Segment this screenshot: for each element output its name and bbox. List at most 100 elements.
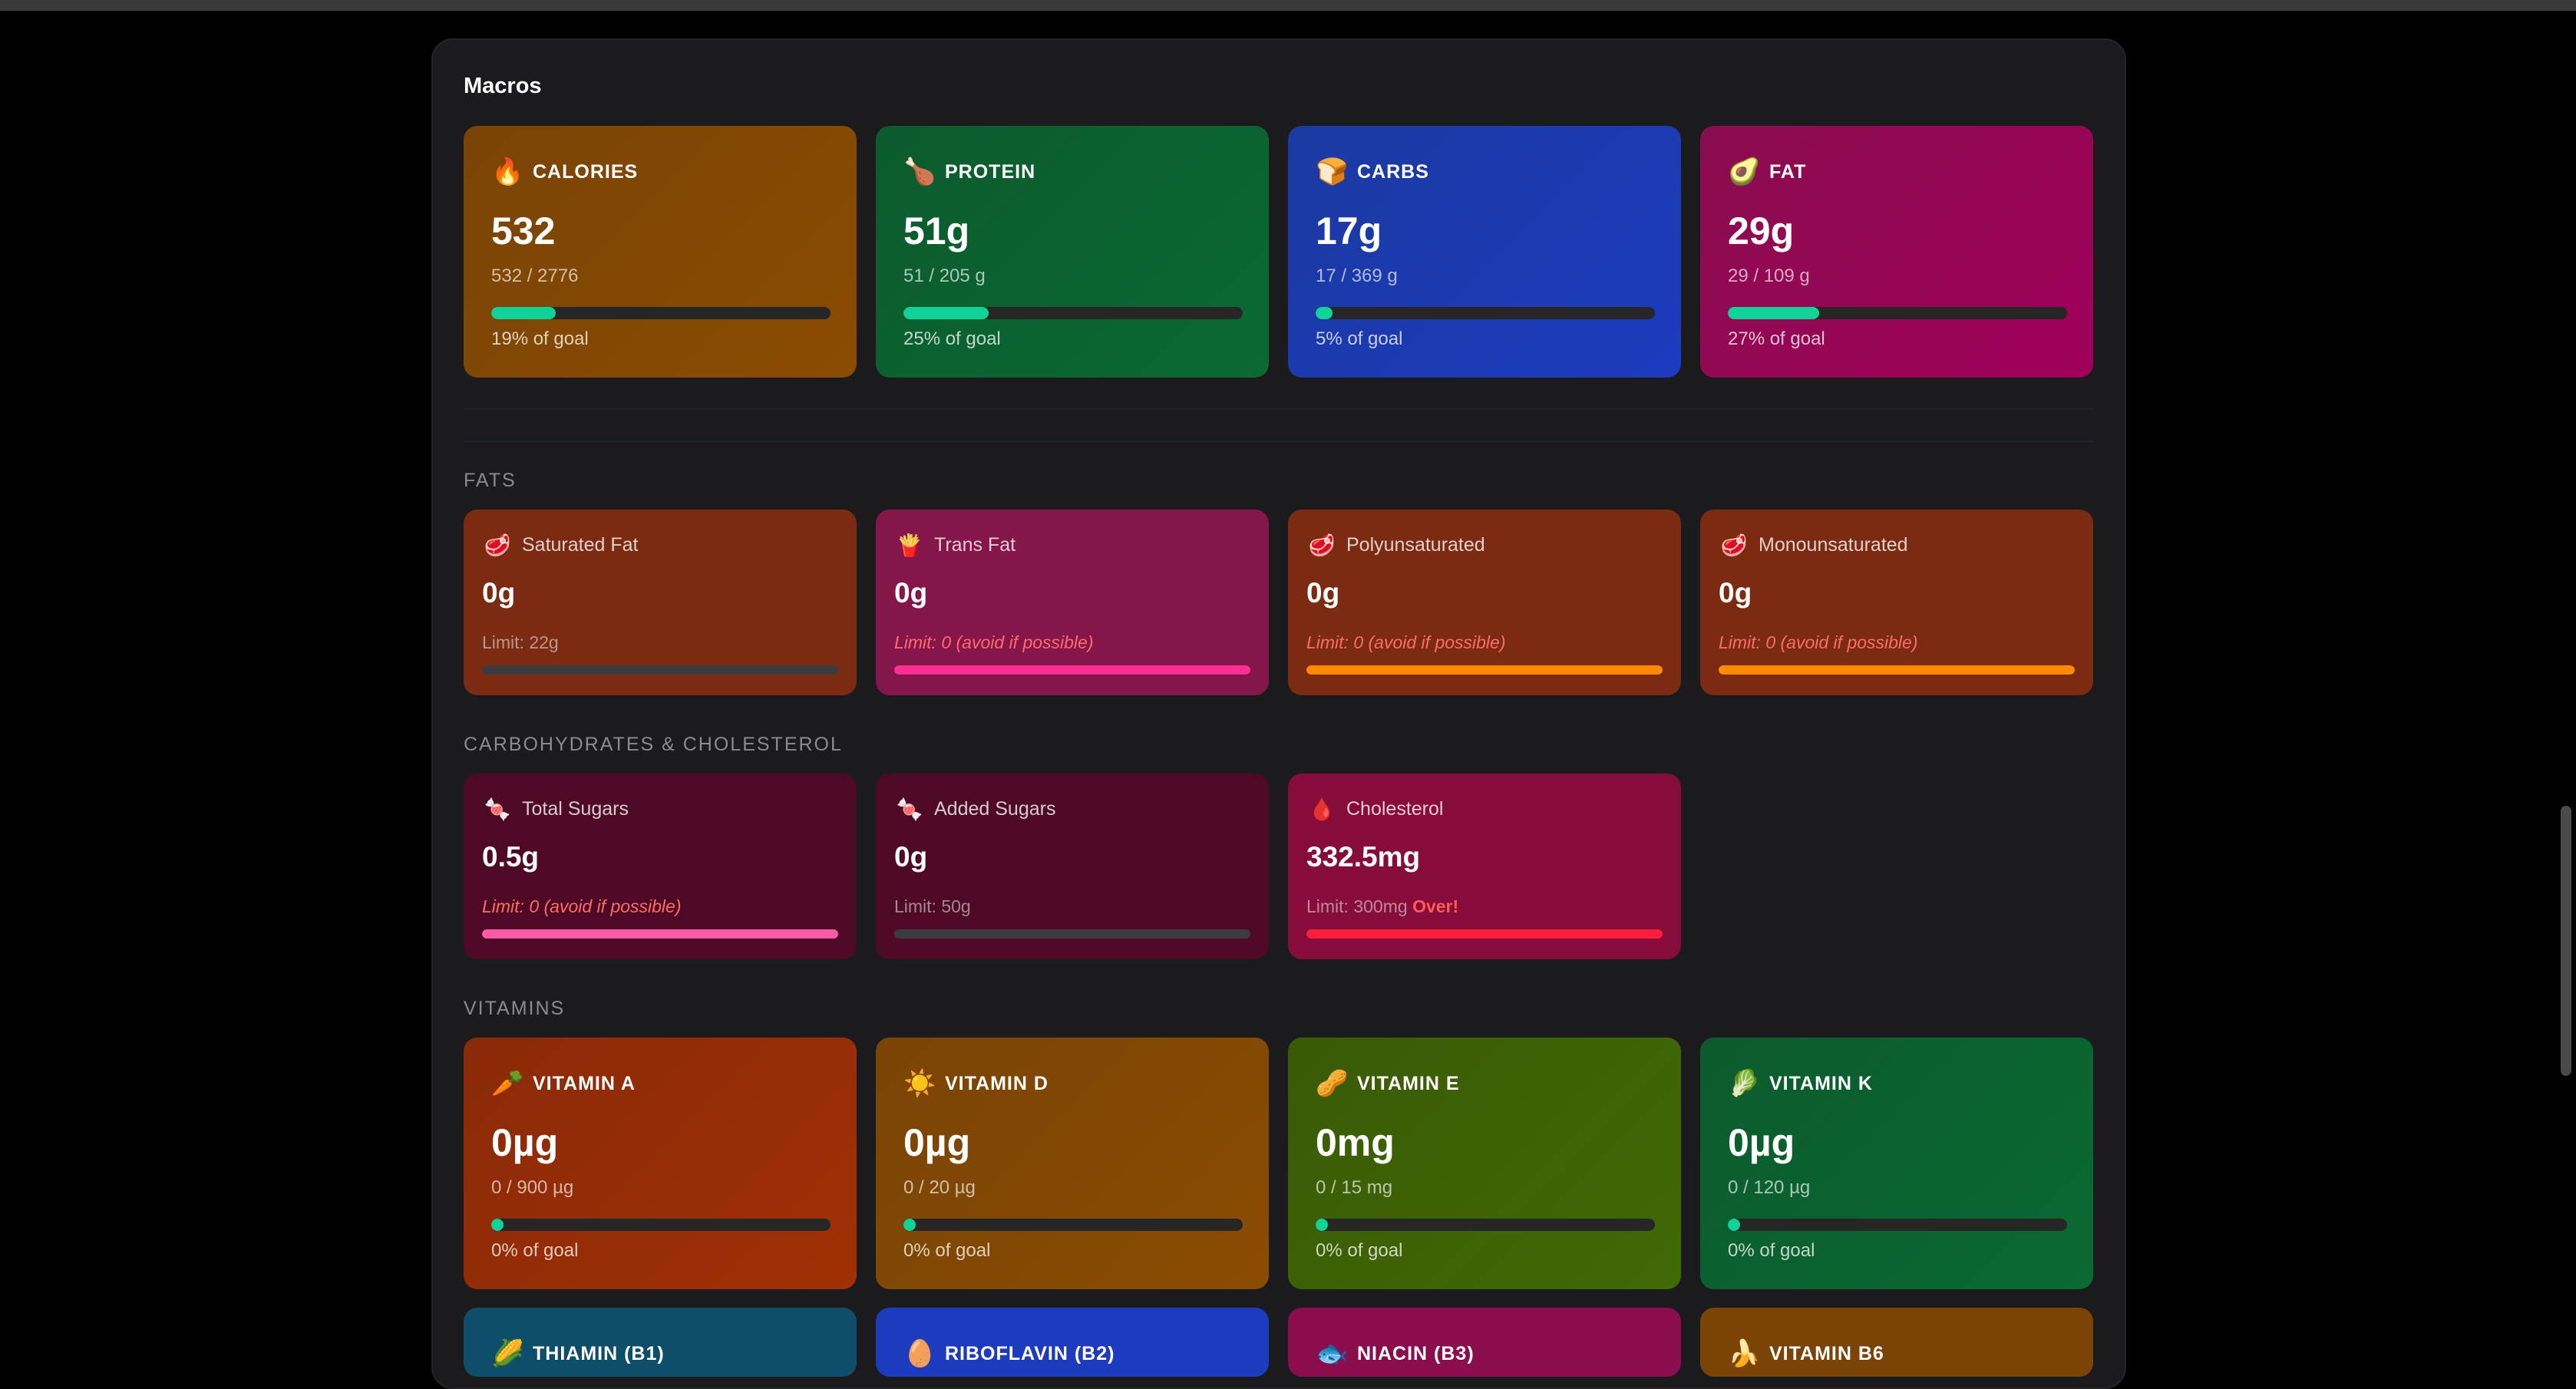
total-sugars-card[interactable]: 🍬 Total Sugars 0.5g Limit: 0 (avoid if poss…	[464, 774, 857, 959]
card-label: Monounsaturated	[1759, 534, 1908, 556]
limit-bar	[482, 929, 838, 939]
limit-text: Limit: 22g	[482, 632, 559, 653]
card-value: 17g	[1316, 210, 1382, 252]
card-progress-text: 0 / 120 µg	[1728, 1177, 1811, 1198]
card-header: 🍬 Total Sugars	[482, 797, 629, 822]
card-header: 🥩 Saturated Fat	[482, 533, 639, 558]
card-value: 532	[491, 210, 556, 252]
sun-icon: ☀️	[903, 1068, 936, 1099]
section-title-carbs-cholesterol: CARBOHYDRATES & CHOLESTEROL	[464, 734, 843, 755]
card-value: 0g	[1306, 577, 1340, 609]
progress-bar	[1316, 1219, 1655, 1231]
limit-text: Limit: 0 (avoid if possible)	[482, 896, 682, 917]
avocado-icon: 🥑	[1728, 157, 1761, 187]
card-header: 🥑 FAT	[1728, 157, 1806, 187]
card-header: 🥚 RIBOFLAVIN (B2)	[903, 1338, 1115, 1369]
card-value: 0µg	[1728, 1121, 1795, 1164]
carbs-card[interactable]: 🍞 CARBS 17g 17 / 369 g 5% of goal	[1288, 126, 1681, 378]
limit-label: Limit: 0 (avoid if possible)	[1719, 632, 1918, 652]
limit-bar	[482, 665, 838, 675]
saturated-card[interactable]: 🥩 Saturated Fat 0g Limit: 22g	[464, 510, 857, 695]
fish-icon: 🐟	[1316, 1338, 1349, 1369]
card-label: Trans Fat	[934, 534, 1016, 556]
percent-of-goal: 25% of goal	[903, 328, 1001, 349]
limit-bar	[1306, 665, 1663, 675]
macro-cards-grid: 🔥 CALORIES 532 532 / 2776 19% of goal 🍗 PROTEI…	[464, 126, 2094, 378]
protein-card[interactable]: 🍗 PROTEIN 51g 51 / 205 g 25% of goal	[876, 126, 1269, 378]
limit-label: Limit: 0 (avoid if possible)	[482, 896, 682, 916]
poly-card[interactable]: 🥩 Polyunsaturated 0g Limit: 0 (avoid if pos…	[1288, 510, 1681, 695]
card-value: 0µg	[491, 1121, 559, 1164]
card-label: VITAMIN K	[1769, 1072, 1873, 1094]
divider	[464, 408, 2094, 410]
progress-bar-fill	[903, 1219, 916, 1231]
card-label: CALORIES	[533, 160, 639, 183]
vitamin-b6-card[interactable]: 🍌 VITAMIN B6	[1700, 1308, 2093, 1377]
vitamin-e-card[interactable]: 🥜 VITAMIN E 0mg 0 / 15 mg 0% of goal	[1288, 1038, 1681, 1289]
card-header: 🥜 VITAMIN E	[1316, 1068, 1460, 1099]
card-label: VITAMIN B6	[1769, 1342, 1884, 1364]
card-progress-text: 0 / 900 µg	[491, 1177, 574, 1198]
added-sugars-card[interactable]: 🍬 Added Sugars 0g Limit: 50g	[876, 774, 1269, 959]
card-value: 332.5mg	[1306, 841, 1421, 873]
meat-icon: 🥩	[1720, 533, 1748, 558]
scrollbar-thumb[interactable]	[2561, 806, 2571, 1076]
bread-icon: 🍞	[1316, 157, 1349, 187]
percent-of-goal: 0% of goal	[1728, 1240, 1815, 1261]
carrot-icon: 🥕	[491, 1068, 524, 1099]
section-title-vitamins: VITAMINS	[464, 998, 566, 1019]
card-value: 0.5g	[482, 841, 540, 873]
niacin-card[interactable]: 🐟 NIACIN (B3)	[1288, 1308, 1681, 1377]
card-label: Added Sugars	[934, 798, 1056, 820]
vitamin-k-card[interactable]: 🥬 VITAMIN K 0µg 0 / 120 µg 0% of goal	[1700, 1038, 2093, 1289]
card-value: 0mg	[1316, 1121, 1395, 1164]
card-header: 🥕 VITAMIN A	[491, 1068, 636, 1099]
limit-bar-fill	[1306, 665, 1663, 675]
carbs-cholesterol-cards-grid: 🍬 Total Sugars 0.5g Limit: 0 (avoid if poss…	[464, 774, 2094, 959]
thiamin-card[interactable]: 🌽 THIAMIN (B1)	[464, 1308, 857, 1377]
limit-bar	[894, 665, 1250, 675]
drumstick-icon: 🍗	[903, 157, 936, 187]
card-label: CARBS	[1357, 160, 1429, 183]
card-label: VITAMIN E	[1357, 1072, 1460, 1094]
calories-card[interactable]: 🔥 CALORIES 532 532 / 2776 19% of goal	[464, 126, 857, 378]
percent-of-goal: 19% of goal	[491, 328, 589, 349]
limit-label: Limit: 50g	[894, 896, 971, 916]
vitamin-a-card[interactable]: 🥕 VITAMIN A 0µg 0 / 900 µg 0% of goal	[464, 1038, 857, 1289]
card-header: 🌽 THIAMIN (B1)	[491, 1338, 665, 1369]
panel-title: Macros	[464, 74, 542, 98]
limit-text: Limit: 0 (avoid if possible)	[894, 632, 1094, 653]
banana-icon: 🍌	[1728, 1338, 1761, 1369]
meat-icon: 🥩	[1308, 533, 1336, 558]
card-value: 51g	[903, 210, 970, 252]
card-value: 0g	[482, 577, 516, 609]
card-header: 🍟 Trans Fat	[894, 533, 1016, 558]
progress-bar-fill	[1728, 1219, 1740, 1231]
limit-bar-fill	[1719, 665, 2075, 675]
card-header: 🥩 Monounsaturated	[1719, 533, 1908, 558]
peanut-icon: 🥜	[1316, 1068, 1349, 1099]
percent-of-goal: 0% of goal	[491, 1240, 579, 1261]
card-value: 0µg	[903, 1121, 971, 1164]
blood-drop-icon: 🩸	[1308, 797, 1336, 822]
fat-card[interactable]: 🥑 FAT 29g 29 / 109 g 27% of goal	[1700, 126, 2093, 378]
mono-card[interactable]: 🥩 Monounsaturated 0g Limit: 0 (avoid if pos…	[1700, 510, 2093, 695]
limit-text: Limit: 0 (avoid if possible)	[1306, 632, 1506, 653]
vitamin-d-card[interactable]: ☀️ VITAMIN D 0µg 0 / 20 µg 0% of goal	[876, 1038, 1269, 1289]
riboflavin-card[interactable]: 🥚 RIBOFLAVIN (B2)	[876, 1308, 1269, 1377]
window-top-bar	[0, 0, 2576, 11]
progress-bar-fill	[491, 1219, 504, 1231]
card-progress-text: 29 / 109 g	[1728, 266, 1810, 286]
progress-bar	[903, 1219, 1243, 1231]
progress-bar-fill	[491, 307, 556, 319]
card-header: 🍬 Added Sugars	[894, 797, 1056, 822]
limit-bar	[1306, 929, 1663, 939]
trans-card[interactable]: 🍟 Trans Fat 0g Limit: 0 (avoid if possible)	[876, 510, 1269, 695]
cholesterol-card[interactable]: 🩸 Cholesterol 332.5mg Limit: 300mg Over!	[1288, 774, 1681, 959]
limit-label: Limit: 300mg	[1306, 896, 1408, 916]
card-label: PROTEIN	[945, 160, 1036, 183]
card-progress-text: 0 / 15 mg	[1316, 1177, 1393, 1198]
limit-label: Limit: 0 (avoid if possible)	[1306, 632, 1506, 652]
card-progress-text: 0 / 20 µg	[903, 1177, 976, 1198]
card-progress-text: 532 / 2776	[491, 266, 579, 286]
